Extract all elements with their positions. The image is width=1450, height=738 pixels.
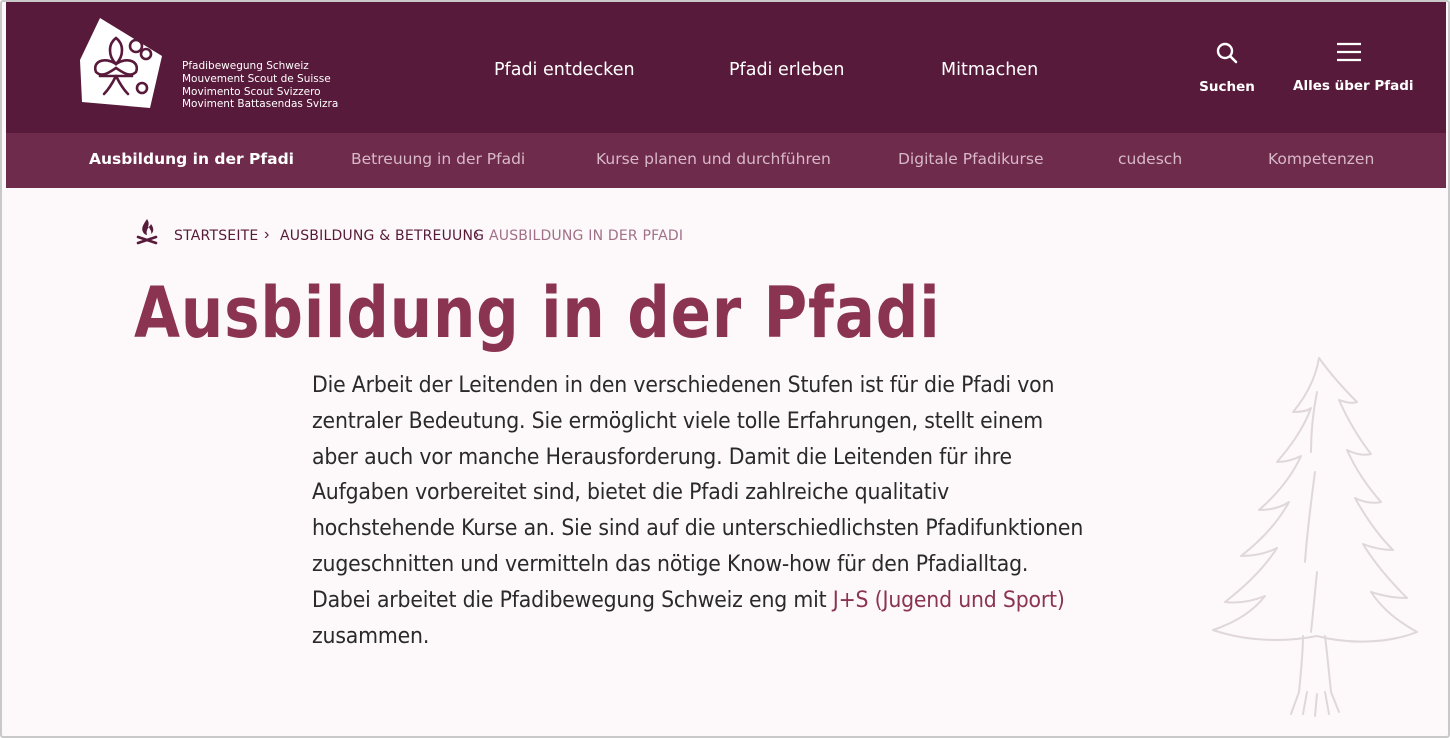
subnav-item-betreuung[interactable]: Betreuung in der Pfadi xyxy=(351,150,525,168)
org-name-fr: Mouvement Scout de Suisse xyxy=(182,72,331,85)
breadcrumb-home[interactable]: STARTSEITE xyxy=(174,228,258,244)
search-button[interactable]: Suchen xyxy=(1198,42,1256,95)
nav-pfadi-erleben[interactable]: Pfadi erleben xyxy=(729,60,845,80)
org-name-rm: Moviment Battasendas Svizra xyxy=(182,98,339,111)
campfire-home-icon[interactable] xyxy=(135,217,159,245)
intro-paragraph: Die Arbeit der Leitenden in den verschie… xyxy=(312,368,1084,654)
chevron-right-icon: › xyxy=(474,226,480,243)
subnav-item-kurse-planen[interactable]: Kurse planen und durchführen xyxy=(596,150,831,168)
tree-illustration-icon xyxy=(1212,357,1418,717)
subnav-item-ausbildung[interactable]: Ausbildung in der Pfadi xyxy=(89,150,294,168)
hamburger-menu-icon xyxy=(1337,42,1361,62)
page-title: Ausbildung in der Pfadi xyxy=(134,272,941,354)
breadcrumb-current: AUSBILDUNG IN DER PFADI xyxy=(489,228,684,244)
nav-mitmachen[interactable]: Mitmachen xyxy=(941,60,1038,80)
section-subnav: Ausbildung in der Pfadi Betreuung in der… xyxy=(6,133,1446,188)
org-name-de: Pfadibewegung Schweiz xyxy=(182,60,309,72)
site-header: Pfadibewegung Schweiz Mouvement Scout de… xyxy=(6,2,1446,133)
nav-pfadi-entdecken[interactable]: Pfadi entdecken xyxy=(494,60,635,80)
scout-logo-icon[interactable] xyxy=(78,16,166,112)
browser-frame: Pfadibewegung Schweiz Mouvement Scout de… xyxy=(0,0,1450,738)
subnav-item-digitale-pfadikurse[interactable]: Digitale Pfadikurse xyxy=(898,150,1044,168)
subnav-item-cudesch[interactable]: cudesch xyxy=(1118,150,1182,168)
breadcrumb-ausbildung-betreuung[interactable]: AUSBILDUNG & BETREUUNG xyxy=(280,228,484,244)
subnav-item-kompetenzen[interactable]: Kompetenzen xyxy=(1268,150,1374,168)
js-link[interactable]: J+S (Jugend und Sport) xyxy=(833,588,1065,613)
search-icon xyxy=(1216,42,1238,64)
menu-button[interactable]: Alles über Pfadi xyxy=(1293,41,1414,94)
search-label: Suchen xyxy=(1199,79,1255,95)
intro-text: Die Arbeit der Leitenden in den verschie… xyxy=(312,373,1084,613)
intro-end: zusammen. xyxy=(312,623,430,649)
organisation-name: Pfadibewegung Schweiz Mouvement Scout de… xyxy=(182,60,338,111)
org-name-it: Movimento Scout Svizzero xyxy=(182,85,321,98)
chevron-right-icon: › xyxy=(264,226,270,243)
menu-label: Alles über Pfadi xyxy=(1293,78,1414,94)
